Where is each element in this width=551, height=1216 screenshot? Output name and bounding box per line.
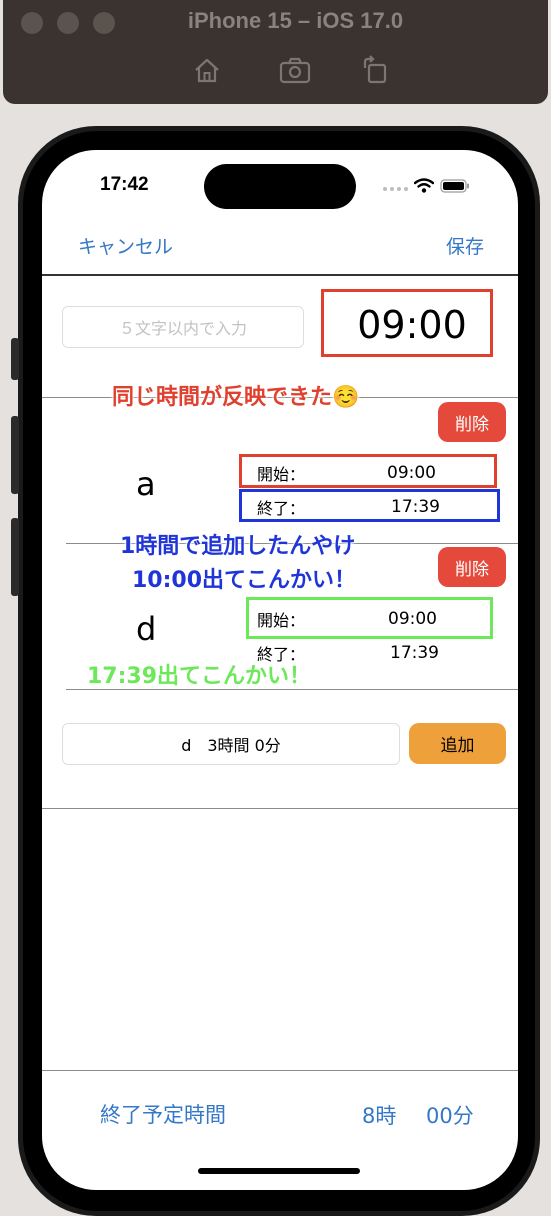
cancel-button[interactable]: キャンセル <box>78 232 173 259</box>
simulator-toolbar: iPhone 15 – iOS 17.0 <box>3 0 548 104</box>
start-time-value[interactable]: 09:00 <box>388 609 437 629</box>
status-bar-icons <box>382 178 470 193</box>
name-input[interactable]: ５文字以内で入力 <box>62 306 304 348</box>
screenshot-icon <box>279 57 311 84</box>
status-bar-time: 17:42 <box>100 174 149 195</box>
annotation-note-blue-line1: 1時間で追加したんやけ <box>120 534 356 559</box>
end-time-label: 終了予定時間 <box>100 1103 226 1127</box>
delete-button-row-d[interactable]: 削除 <box>438 547 506 587</box>
end-hours-picker[interactable]: 8時 <box>362 1100 396 1130</box>
start-label: 開始： <box>257 465 306 484</box>
end-time-value[interactable]: 17:39 <box>391 497 440 517</box>
volume-down-button <box>11 518 19 596</box>
action-button <box>11 338 19 380</box>
wifi-icon <box>414 178 434 193</box>
save-button[interactable]: 保存 <box>446 232 484 259</box>
start-time-value[interactable]: 09:00 <box>387 463 436 483</box>
start-label: 開始： <box>257 611 306 630</box>
row-divider <box>66 689 518 690</box>
annotation-note-green: 17:39出てこんかい！ <box>87 664 312 689</box>
battery-icon <box>440 178 469 193</box>
end-time-value[interactable]: 17:39 <box>390 643 439 663</box>
screenshot-button[interactable] <box>278 54 312 86</box>
home-icon <box>195 58 219 83</box>
add-entry-input[interactable]: d 3時間 0分 <box>62 723 400 765</box>
rotate-icon <box>363 55 387 84</box>
volume-up-button <box>11 416 19 494</box>
dynamic-island <box>204 164 356 209</box>
delete-button-row-a[interactable]: 削除 <box>438 402 506 442</box>
add-button[interactable]: 追加 <box>409 723 506 764</box>
app-screen: 17:42 キャンセル 保存 ５文字以内で入力 09:00 同じ時間が反映できた… <box>42 150 518 1190</box>
cellular-signal-icon <box>383 186 408 191</box>
row-name-a: a <box>136 465 156 503</box>
home-indicator <box>198 1168 360 1174</box>
simulator-title: iPhone 15 – iOS 17.0 <box>187 8 404 33</box>
end-label: 終了： <box>257 499 306 518</box>
end-minutes-picker[interactable]: 00分 <box>426 1100 474 1130</box>
start-time-picker[interactable]: 09:00 <box>332 293 492 357</box>
nav-divider <box>42 274 518 276</box>
annotation-note-red: 同じ時間が反映できた☺️ <box>112 385 360 410</box>
rotate-button[interactable] <box>358 54 392 86</box>
list-end-divider <box>42 808 518 809</box>
annotation-note-blue-line2: 10:00出てこんかい！ <box>132 568 357 593</box>
home-button[interactable] <box>190 54 224 86</box>
row-name-d: d <box>136 610 157 648</box>
footer-divider <box>42 1070 518 1071</box>
